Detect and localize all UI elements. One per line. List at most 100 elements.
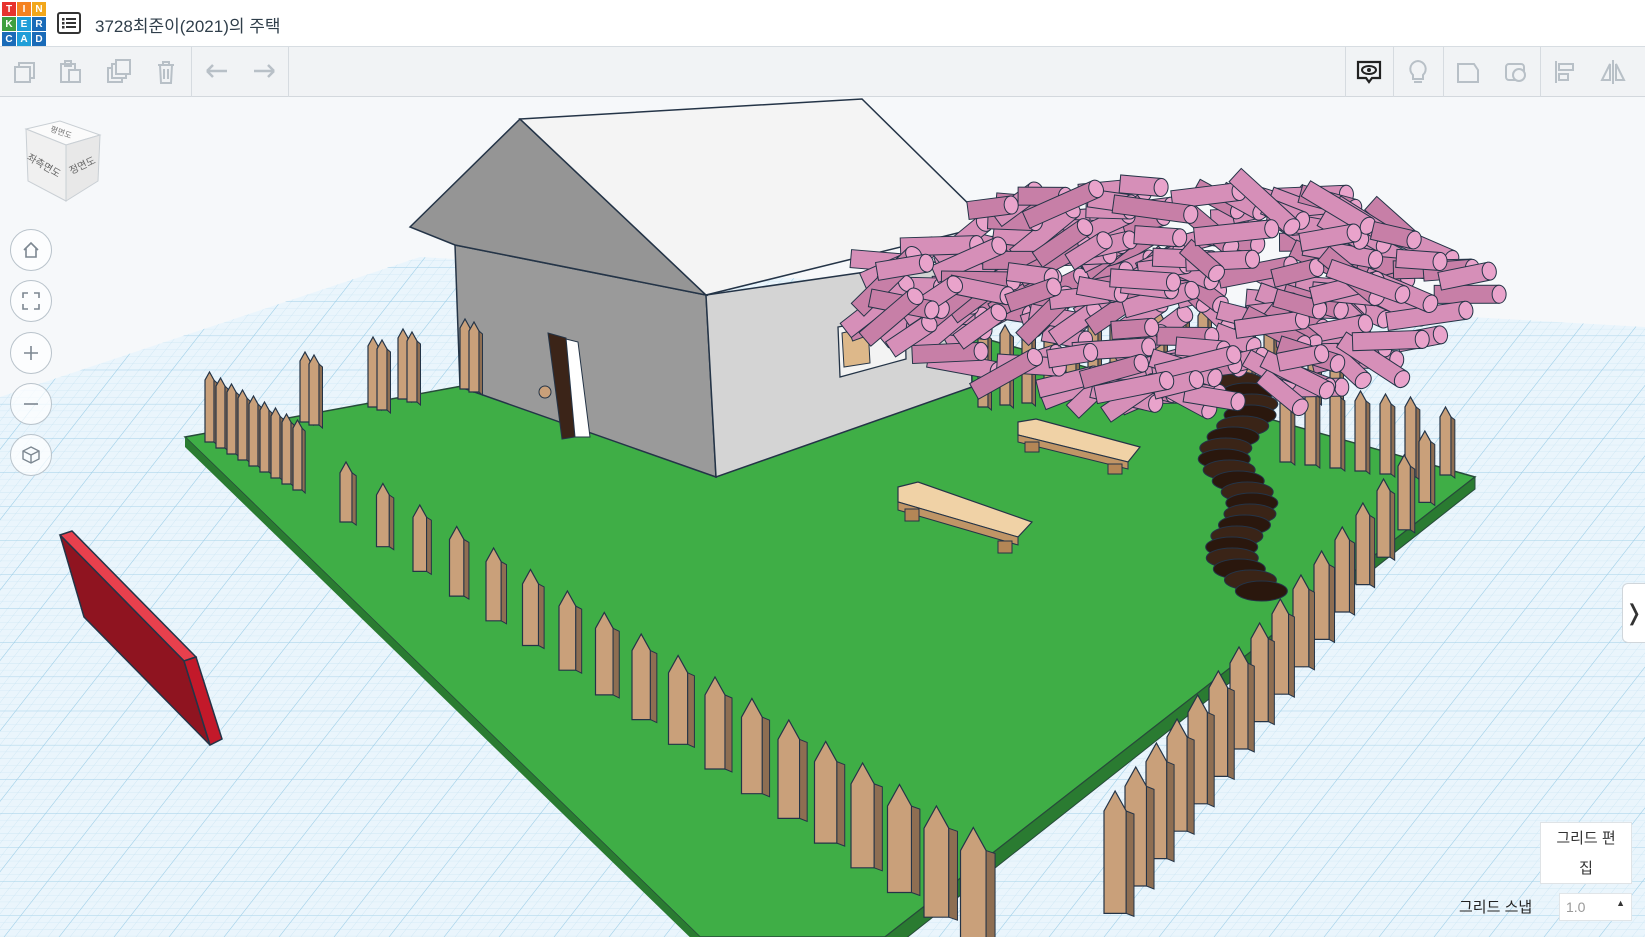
fence-picket-side [1308,588,1315,671]
fence-picket[interactable] [204,370,215,443]
fence-picket-side [1430,440,1436,507]
fence-picket[interactable] [1103,789,1127,915]
fence-picket[interactable] [631,632,652,721]
blossom-cylinder-body [911,341,983,365]
fence-picket[interactable] [1439,405,1452,476]
fence-picket[interactable] [1334,525,1351,613]
fence-picket-side [1247,662,1255,753]
delete-button[interactable] [149,55,183,89]
design-list-button[interactable] [56,10,82,36]
fence-picket[interactable] [923,804,950,918]
fence-picket[interactable] [667,654,689,745]
fence-picket-side [1146,785,1155,890]
fence-picket-side [985,849,996,937]
notes-button[interactable] [1401,55,1435,89]
workplane-viewport[interactable]: 평면도 좌측면도 정면도 ❭ [0,97,1645,937]
fence-picket-side [761,716,771,798]
fence-picket[interactable] [850,761,875,869]
fence-picket[interactable] [1418,429,1432,503]
fence-picket[interactable] [1354,389,1367,472]
fence-picket[interactable] [740,697,763,795]
fence-picket[interactable] [237,388,248,461]
fence-picket[interactable] [412,503,428,572]
fence-picket[interactable] [375,482,390,548]
fence-picket[interactable] [886,783,913,894]
fence-picket[interactable] [1379,392,1392,475]
mirror-icon [1600,60,1626,84]
ruler-button[interactable] [1499,55,1533,89]
fence-picket[interactable] [248,394,259,467]
fence-picket[interactable] [704,675,726,770]
fit-all-button[interactable] [10,280,52,322]
fence-picket-side [416,339,421,407]
home-view-button[interactable] [10,229,52,271]
copy-button[interactable] [7,55,41,89]
paste-button[interactable] [53,55,87,89]
fence-picket[interactable] [485,546,502,622]
fence-picket-side [1288,613,1295,699]
view-cube[interactable]: 평면도 좌측면도 정면도 [20,119,104,203]
list-icon [57,12,81,34]
fence-picket[interactable] [558,589,577,671]
workplane-button[interactable] [1451,55,1485,89]
blossom-cylinder [1110,317,1160,340]
scene-canvas[interactable] [0,97,1645,937]
duplicate-button[interactable] [101,55,135,89]
snap-grid-label: 그리드 스냅 [1459,899,1533,916]
align-button[interactable] [1548,55,1582,89]
fence-picket[interactable] [521,568,540,647]
fence-picket[interactable] [1355,501,1371,586]
fence-picket[interactable] [281,412,292,485]
fence-picket[interactable] [777,718,801,820]
mirror-button[interactable] [1596,55,1630,89]
fence-picket[interactable] [813,740,838,844]
fence-picket-side [612,627,620,699]
orthographic-button[interactable] [10,434,52,476]
fence-picket[interactable] [376,338,388,411]
fence-picket[interactable] [468,320,480,393]
fence-picket[interactable] [1397,453,1412,531]
fence-picket-side [463,538,470,600]
top-bar: TIN KER CAD 3728최준이(2021)의 주택 [0,0,1645,47]
fence-picket-side [1328,563,1336,644]
fence-picket[interactable] [215,376,226,449]
edit-grid-button[interactable]: 그리드 편 집 [1540,822,1632,884]
fence-picket[interactable] [594,611,614,696]
show-all-button[interactable] [1352,55,1386,89]
zoom-in-icon [24,346,38,360]
fence-picket[interactable] [448,525,465,597]
fence-picket[interactable] [292,418,303,491]
design-title[interactable]: 3728최준이(2021)의 주택 [95,12,281,37]
tinkercad-logo[interactable]: TIN KER CAD [2,2,46,46]
zoom-out-button[interactable] [10,383,52,425]
undo-button[interactable] [200,55,234,89]
paste-icon [60,60,81,83]
fence-picket[interactable] [308,353,320,426]
fence-picket-side [1450,415,1456,480]
fence-picket[interactable] [1313,549,1330,641]
fence-picket[interactable] [259,400,270,473]
fence-picket[interactable] [1376,477,1391,558]
caret-up-icon: ▲ [1616,898,1625,908]
edit-grid-label-line1: 그리드 편 [1556,830,1616,847]
redo-button[interactable] [247,55,281,89]
fence-picket-side [1166,760,1175,863]
fence-picket[interactable] [339,460,353,523]
fence-picket[interactable] [959,826,987,937]
redo-icon [254,64,275,78]
fence-picket[interactable] [1329,386,1342,469]
home-view-icon [23,241,39,258]
zoom-in-button[interactable] [10,332,52,374]
fence-picket[interactable] [226,382,237,455]
fence-picket[interactable] [406,330,418,403]
logo-letter: E [17,17,31,31]
show-all-icon [1356,60,1382,84]
fence-picket[interactable] [1292,573,1310,668]
fence-picket-side [1267,637,1275,726]
chevron-right-icon: ❭ [1624,600,1644,625]
expand-panel-tab[interactable]: ❭ [1622,583,1645,643]
snap-grid-select[interactable]: 1.0 ▲ [1559,893,1632,921]
logo-letter: N [32,2,46,16]
edit-toolbar [0,47,1645,97]
fence-picket[interactable] [270,406,281,479]
